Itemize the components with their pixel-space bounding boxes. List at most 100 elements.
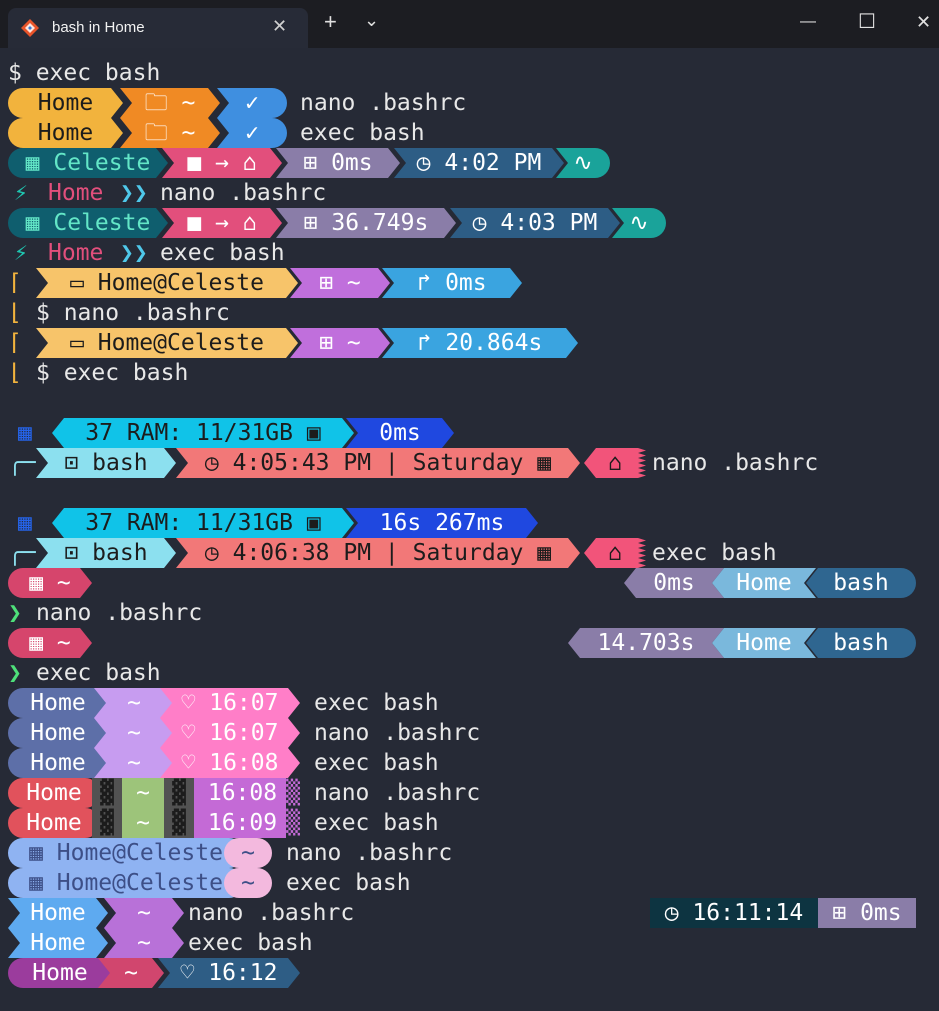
prompt-segment: ∿ [559,150,607,176]
prompt-segment: ▦ Celeste [11,210,165,236]
terminal-text: $ exec bash [36,360,189,386]
prompt-segment: Home [23,90,108,116]
check-icon: ✓ [231,90,273,116]
prompt-segment: Home [16,690,100,716]
terminal-text: ❯ [8,660,22,686]
prompt-segment: ↱ 20.864s [403,330,557,356]
prompt-segment: ~ [123,900,165,926]
prompt-segment: ⊞ 36.749s [289,210,443,236]
terminal-text: exec bash [314,690,439,716]
prompt-segment: ⊡ bash [50,540,162,566]
prompt-segment: Home [23,120,108,146]
prompt-segment: ♡ 16:12 [166,960,292,986]
prompt-segment: ▦ ~ [15,570,85,596]
terminal-line: ⌈ ▭ Home@Celeste ⊞ ~ ↱ 20.864s [0,328,939,358]
terminal-line: Home ~ nano .bashrc ◷ 16:11:14 ⊞ 0ms [0,898,939,928]
prompt-segment: Home [18,960,102,986]
terminal-text: ❯❯ [120,180,148,206]
prompt-segment: ▒ [286,810,300,836]
terminal-text: exec bash [314,810,439,836]
prompt-segment: 37 RAM: 11/31GB ▣ [71,510,335,536]
prompt-segment: ⌂ [594,540,636,566]
prompt-segment: ↱ 0ms [403,270,501,296]
terminal-text: nano .bashrc [652,450,819,476]
prompt-segment: ▦ Home@Celeste [15,840,237,866]
prompt-segment: Home [12,780,96,806]
prompt-segment: 16:09 [194,810,291,836]
prompt-segment: 16s 267ms [365,510,519,536]
prompt-segment: Home [16,930,100,956]
terminal-line: ▦ ~ 14.703s Home bash [0,628,939,658]
terminal-text: exec bash [314,750,439,776]
prompt-segment: ▓ [172,780,186,806]
terminal-line: ▦ Celeste ■ → ⌂ ⊞ 36.749s ◷ 4:03 PM ∿ [0,208,939,238]
tab-title: bash in Home [52,19,145,36]
prompt-segment: ~ [123,930,165,956]
terminal-text: nano .bashrc [314,780,481,806]
folder-icon: 🗀 ~ [130,90,210,116]
terminal-line: ╭─ ⊡ bash ◷ 4:06:38 PM | Saturday ▦ ⌂ ex… [0,538,939,568]
close-button[interactable]: ✕ [916,12,931,32]
prompt-segment: ∿ [615,210,663,236]
terminal-text: ⌊ [8,300,22,326]
terminal-output[interactable]: $ exec bash Home 🗀 ~ ✓ nano .bashrc Home… [0,58,939,1008]
terminal-text: ╭─ [8,540,36,566]
prompt-segment: ▦ Celeste [11,150,165,176]
prompt-segment: ▓ [172,810,186,836]
terminal-text: exec bash [160,240,285,266]
prompt-segment: ▓ [100,780,114,806]
git-bash-icon [21,19,39,37]
terminal-text: ▦ [18,420,32,446]
terminal-text: ⌈ [8,330,22,356]
terminal-text: nano .bashrc [314,720,481,746]
prompt-segment: ◷ 4:03 PM [458,210,612,236]
terminal-tab[interactable]: bash in Home ✕ [8,8,308,48]
terminal-line: ▦ Home@Celeste ~ exec bash [0,868,939,898]
prompt-segment: ▦ ~ [15,630,85,656]
terminal-text: $ nano .bashrc [36,300,230,326]
prompt-segment: ⊞ 0ms [818,900,916,926]
minimize-button[interactable]: — [800,12,816,32]
terminal-text: ⚡ [14,180,28,206]
prompt-segment: ~ [227,870,269,896]
terminal-text: nano .bashrc [160,180,327,206]
prompt-segment: ⊞ 0ms [289,150,387,176]
terminal-line: ⚡ Home ❯❯ nano .bashrc [0,178,939,208]
prompt-segment: ⊞ ~ [305,270,375,296]
prompt-segment: ◷ 4:02 PM [402,150,556,176]
terminal-text: ❯ [8,600,22,626]
prompt-segment: ⊡ bash [50,450,162,476]
prompt-segment: Home [16,900,100,926]
terminal-line: Home ~ exec bash [0,928,939,958]
terminal-line: ❯ exec bash [0,658,939,688]
maximize-button[interactable]: ☐ [858,12,876,32]
prompt-segment: ~ [227,840,269,866]
terminal-line: Home ~ ♡ 16:08 exec bash [0,748,939,778]
prompt-segment: 0ms [639,570,709,596]
terminal-text: Home [48,240,104,266]
prompt-segment: Home [12,810,96,836]
prompt-segment: Home [722,570,806,596]
prompt-segment: ♡ 16:07 [167,690,293,716]
prompt-segment: ◷ 4:05:43 PM | Saturday ▦ [191,450,565,476]
new-tab-button[interactable]: + [324,11,337,33]
terminal-text: exec bash [188,930,313,956]
prompt-segment: bash [819,630,903,656]
prompt-segment: ■ → ⌂ [173,150,271,176]
terminal-text: ▦ [18,510,32,536]
tab-close-icon[interactable]: ✕ [272,16,287,37]
terminal-line: ▦ ~ 0ms Home bash [0,568,939,598]
terminal-text: exec bash [652,540,777,566]
terminal-text: ╭─ [8,450,36,476]
prompt-segment: 14.703s [583,630,709,656]
terminal-text: ⌊ [8,360,22,386]
folder-icon: 🗀 ~ [130,120,210,146]
terminal-text: exec bash [300,120,425,146]
dropdown-button[interactable]: ⌄ [364,10,379,30]
terminal-text: Home [48,180,104,206]
prompt-segment: Home [16,720,100,746]
terminal-line: ▦ 37 RAM: 11/31GB ▣ 0ms [0,418,939,448]
prompt-segment: ▭ Home@Celeste [56,270,278,296]
